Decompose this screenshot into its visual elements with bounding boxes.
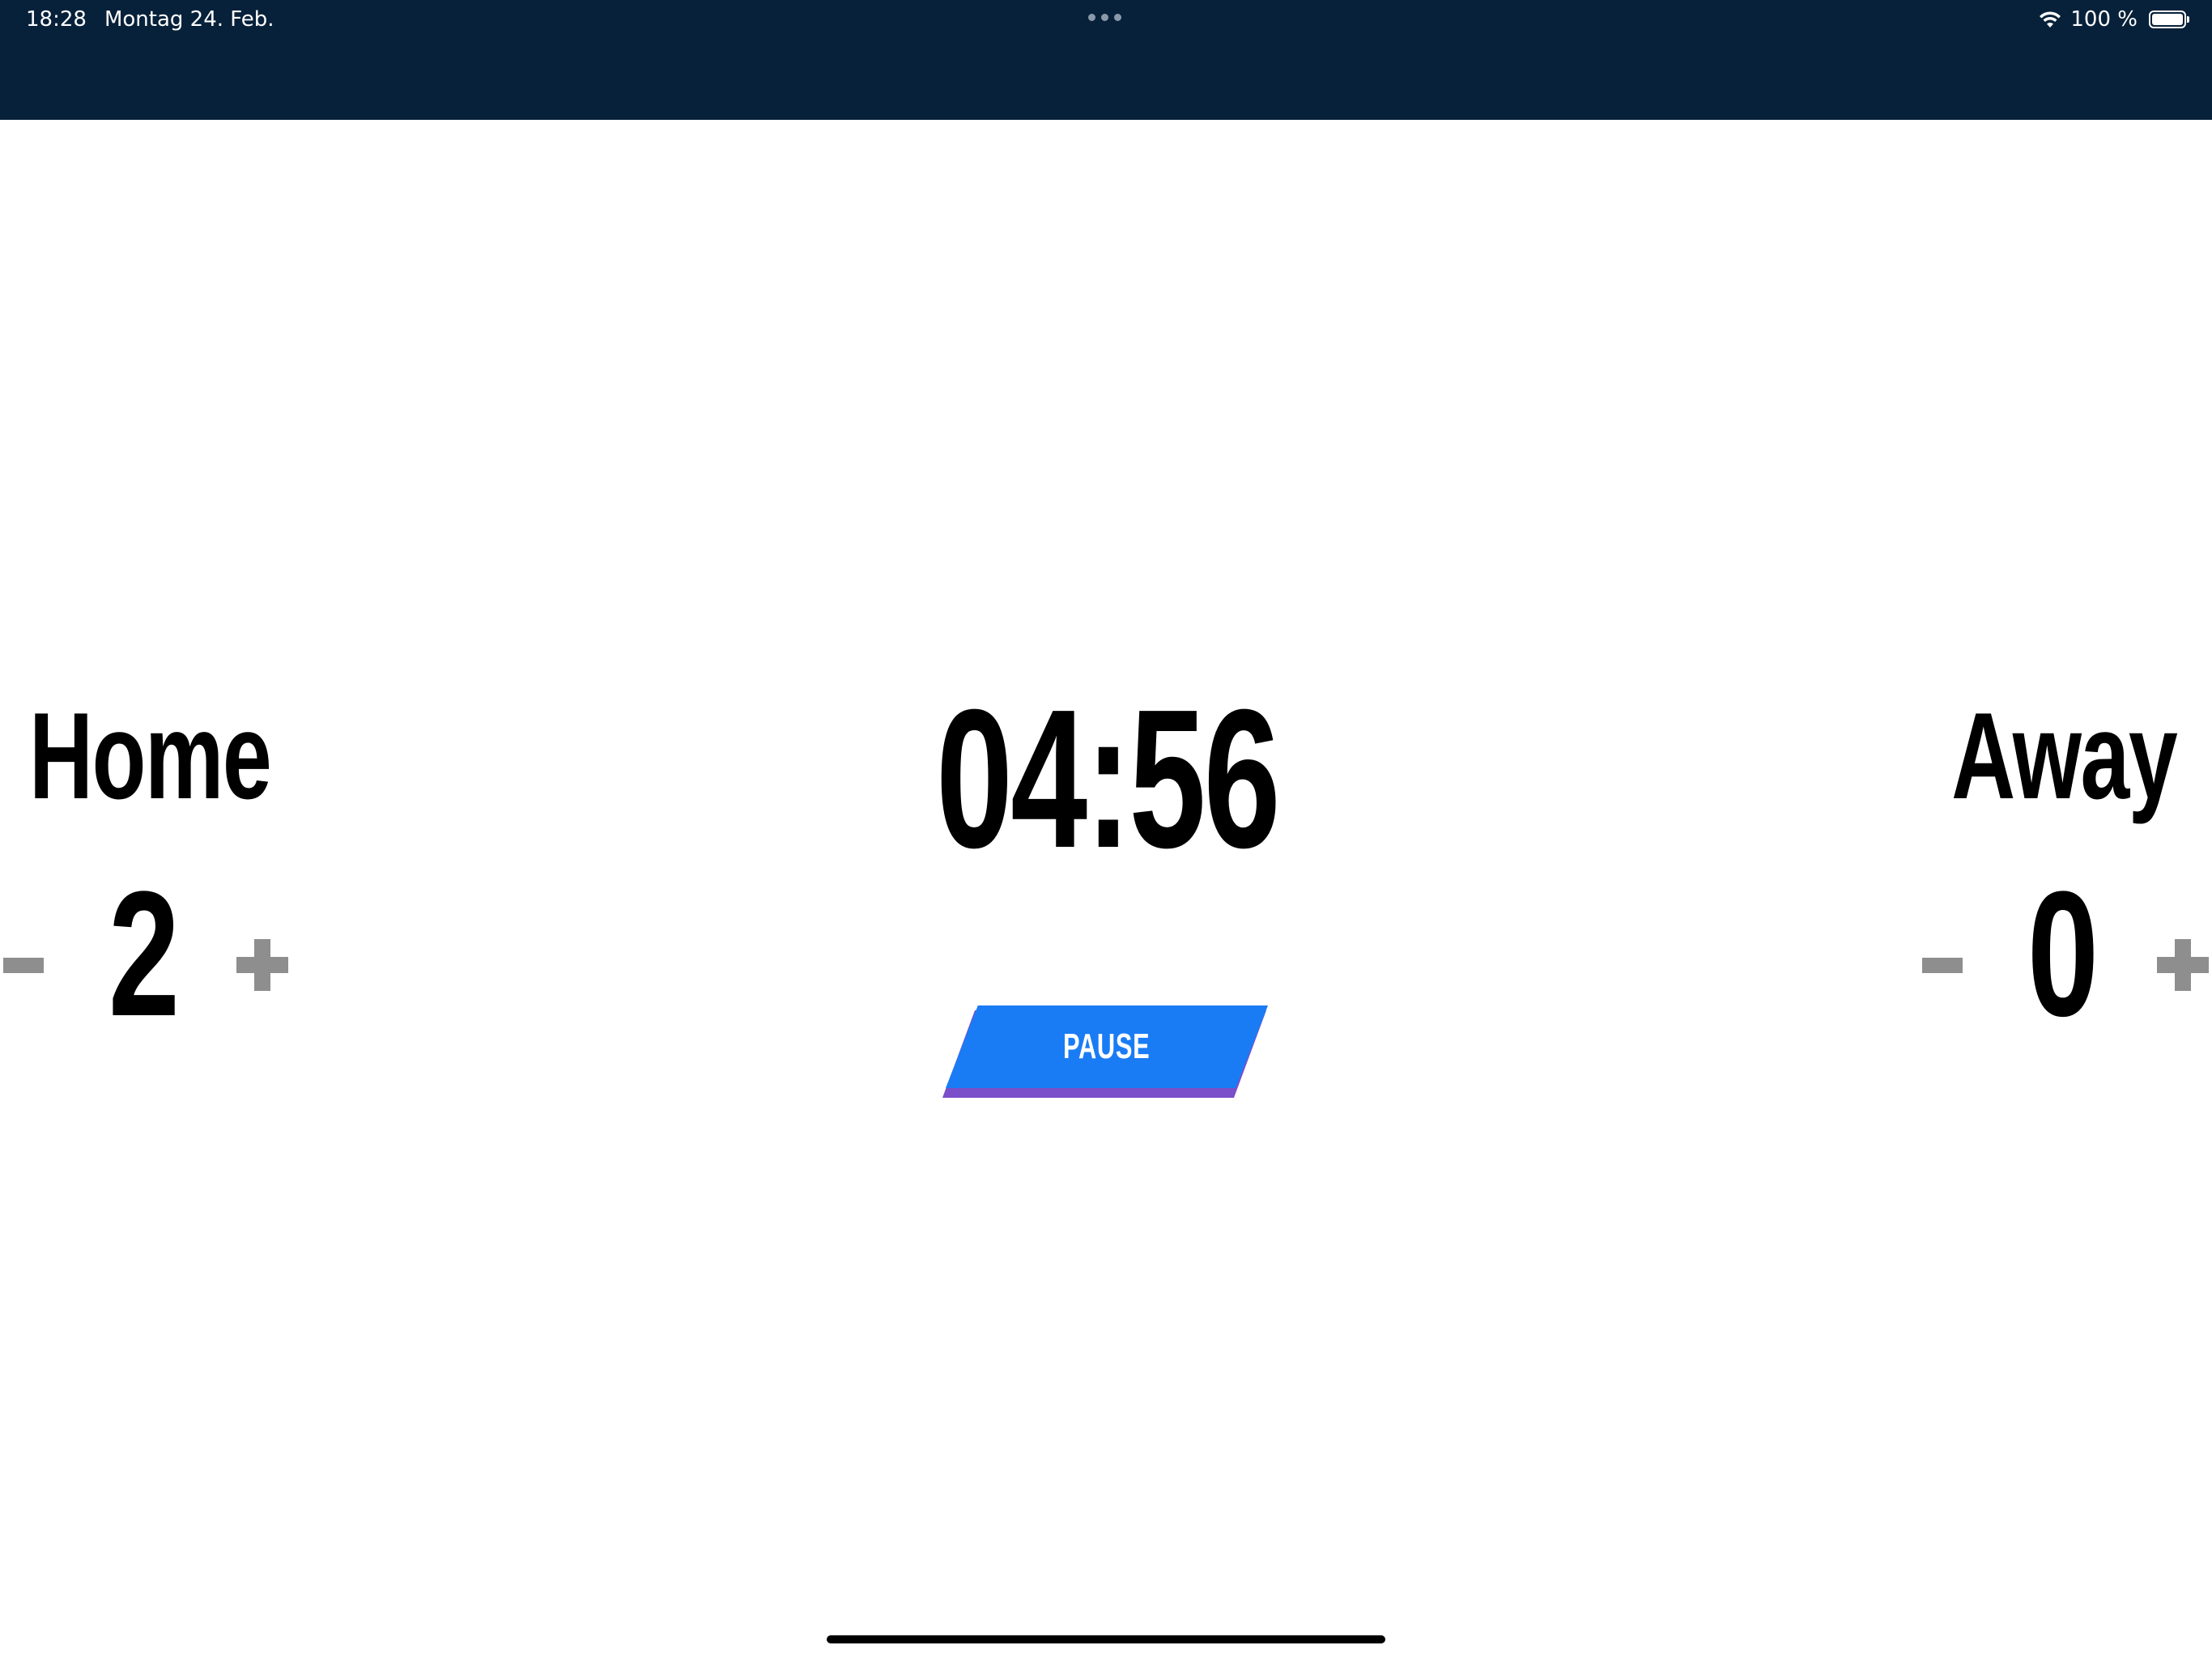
away-minus-button[interactable] [1922, 958, 1963, 973]
status-bar: 18:28 Montag 24. Feb. 100 % [0, 0, 2212, 120]
away-plus-button[interactable] [2157, 939, 2209, 991]
game-timer: 04:56 [936, 668, 1281, 889]
home-team-name: Home [29, 687, 272, 825]
battery-percentage: 100 % [2070, 7, 2138, 32]
away-score: 0 [2027, 854, 2099, 1053]
status-date: Montag 24. Feb. [104, 7, 274, 32]
pause-button-label: PAUSE [1063, 1027, 1151, 1066]
home-plus-button[interactable] [236, 939, 288, 991]
wifi-icon [2040, 11, 2061, 28]
status-left: 18:28 Montag 24. Feb. [26, 5, 274, 34]
away-team-name: Away [1950, 687, 2178, 825]
pause-button[interactable]: PAUSE [942, 1005, 1270, 1098]
pause-button-face: PAUSE [946, 1005, 1268, 1088]
status-time: 18:28 [26, 7, 87, 32]
home-indicator[interactable] [827, 1635, 1385, 1643]
home-score: 2 [108, 854, 181, 1053]
battery-icon [2149, 11, 2189, 28]
status-right: 100 % [2038, 5, 2189, 34]
multitasking-dots-icon[interactable] [1088, 14, 1121, 21]
home-minus-button[interactable] [3, 958, 44, 973]
